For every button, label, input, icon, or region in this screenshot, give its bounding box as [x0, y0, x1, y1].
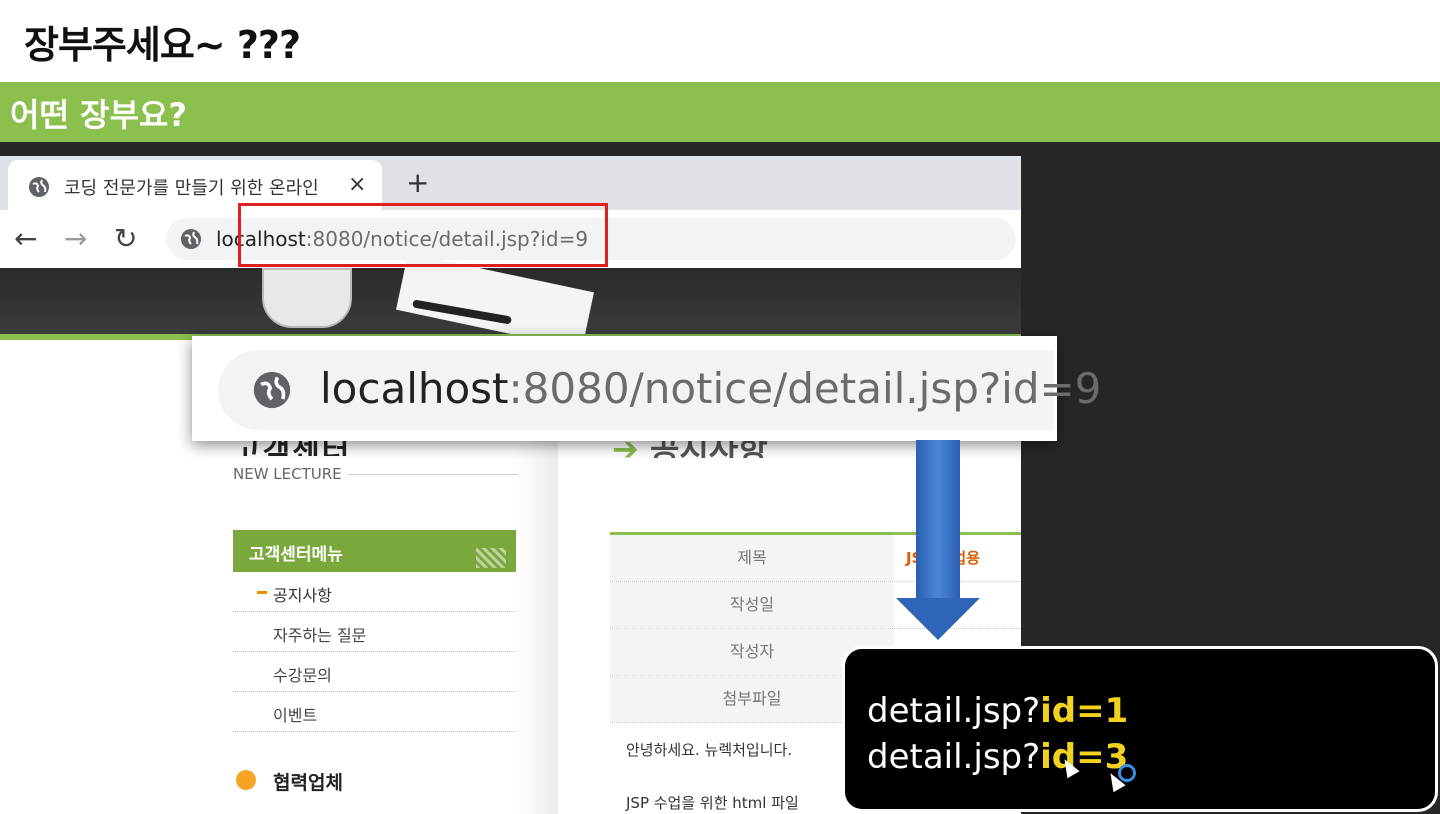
globe-icon: [29, 177, 49, 197]
close-icon[interactable]: ×: [348, 172, 366, 197]
slide-title: 장부주세요~ ???: [24, 23, 301, 67]
down-arrow-shaft: [916, 440, 960, 600]
sidebar-item-event[interactable]: 이벤트: [233, 692, 516, 732]
globe-icon: [181, 229, 201, 249]
url-path: :8080/notice/detail.jsp?id=9: [508, 364, 1102, 413]
divider: [348, 474, 518, 475]
slide-subtitle: 어떤 장부요?: [10, 96, 187, 134]
row-label: 작성일: [610, 582, 894, 628]
sidebar-item-label: 공지사항: [273, 586, 332, 605]
callout-line: detail.jsp?id=1: [867, 691, 1128, 731]
site-header-banner: [0, 252, 1021, 350]
zoomed-url: localhost:8080/notice/detail.jsp?id=9: [320, 364, 1101, 413]
zoomed-address-bar: localhost:8080/notice/detail.jsp?id=9: [192, 336, 1101, 441]
zoomed-omnibox: localhost:8080/notice/detail.jsp?id=9: [218, 350, 1101, 430]
back-arrow-icon[interactable]: ←: [14, 222, 37, 255]
new-tab-button[interactable]: +: [406, 166, 429, 199]
url-examples-callout: detail.jsp?id=1 detail.jsp?id=3: [842, 646, 1438, 812]
sidebar-item-label: 이벤트: [273, 706, 318, 725]
new-lecture-label: NEW LECTURE: [233, 465, 342, 483]
subtitle-bar: 어떤 장부요?: [0, 82, 1440, 142]
query-param: id=1: [1040, 691, 1129, 731]
customer-menu-header: 고객센터메뉴: [233, 530, 516, 572]
callout-prefix: detail.jsp?: [867, 737, 1041, 777]
active-marker: [257, 591, 267, 594]
click-indicator-icon: [1118, 764, 1136, 782]
reload-icon[interactable]: ↻: [114, 222, 137, 255]
post-body-line: JSP 수업을 위한 html 파일: [626, 794, 799, 812]
pattern-decoration: [476, 548, 506, 568]
tab-title: 코딩 전문가를 만들기 위한 온라인: [64, 178, 319, 199]
sidebar-item-notice[interactable]: 공지사항: [233, 572, 516, 612]
forward-arrow-icon[interactable]: →: [64, 222, 87, 255]
sidebar-item-inquiry[interactable]: 수강문의: [233, 652, 516, 692]
url-host: localhost: [320, 364, 509, 413]
partner-heading: 협력업체: [273, 772, 343, 794]
url-highlight-box: [238, 203, 608, 267]
sidebar-item-label: 수강문의: [273, 666, 332, 685]
customer-menu-title: 고객센터메뉴: [249, 545, 343, 565]
tab-strip: 코딩 전문가를 만들기 위한 온라인 × +: [0, 156, 1021, 210]
post-body-line: 안녕하세요. 뉴렉처입니다.: [626, 741, 793, 759]
row-label: 제목: [610, 535, 894, 581]
coffee-cup-image: [262, 268, 352, 328]
globe-icon: [253, 371, 291, 409]
callout-prefix: detail.jsp?: [867, 691, 1041, 731]
sidebar-item-label: 자주하는 질문: [273, 626, 367, 645]
bullet-icon: [236, 770, 256, 790]
down-arrow-icon: [896, 598, 980, 640]
sidebar-item-faq[interactable]: 자주하는 질문: [233, 612, 516, 652]
callout-line: detail.jsp?id=3: [867, 737, 1128, 777]
